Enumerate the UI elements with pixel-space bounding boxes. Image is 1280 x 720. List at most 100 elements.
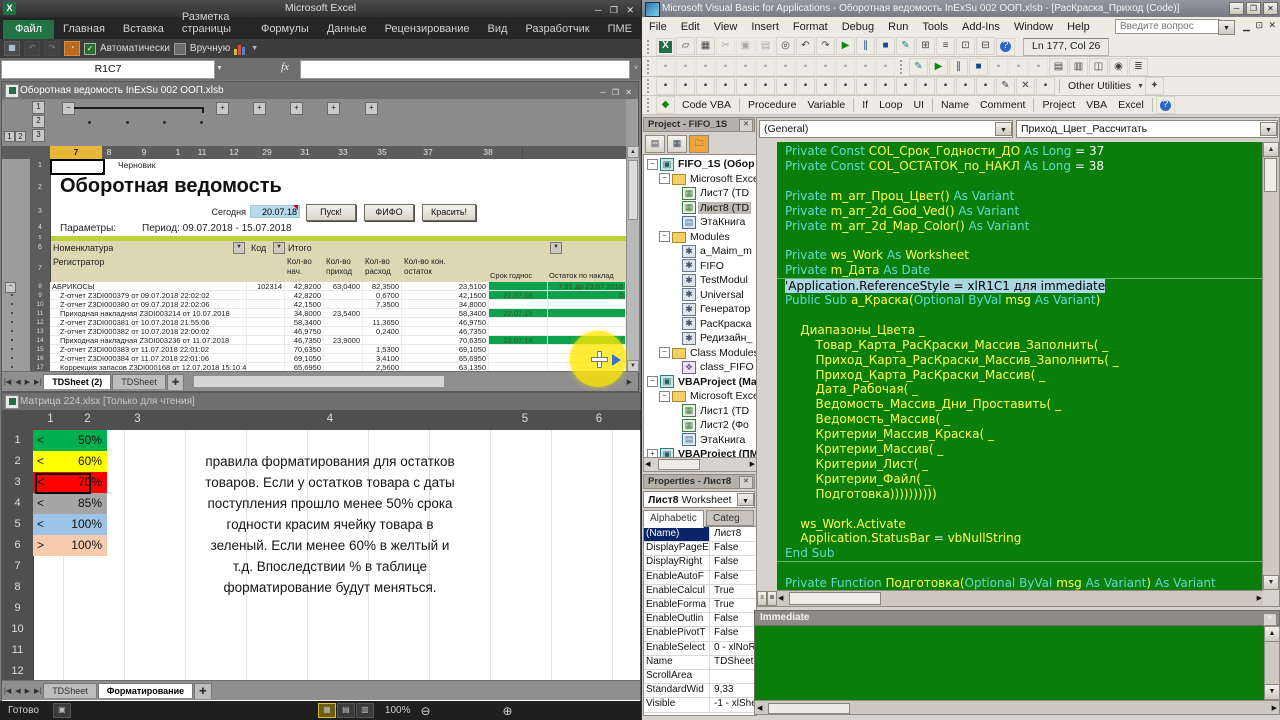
column-header-37[interactable]: 37	[402, 146, 455, 160]
module-save-icon[interactable]: ▪	[956, 77, 975, 95]
ribbon-tab-0[interactable]: Файл	[3, 20, 55, 39]
break-icon[interactable]: ∥	[856, 37, 875, 55]
scroll-left-icon[interactable]: ◀	[757, 704, 762, 712]
complete-word-icon[interactable]: ▪	[716, 57, 735, 76]
tree-item-fifo[interactable]: ✱ FIFO	[644, 259, 756, 274]
cell-name[interactable]: АБРИКОСЫ	[50, 282, 247, 291]
properties-object-combo[interactable]: Лист8 Worksheet ▼	[643, 491, 755, 508]
cut-icon[interactable]: ✂	[716, 37, 735, 55]
last-sheet-icon[interactable]: ▶|	[32, 687, 43, 695]
wb2-row-header-10[interactable]: 10	[2, 619, 34, 641]
cell-rash[interactable]: 3,4100	[363, 354, 402, 363]
row-header-2[interactable]: 2	[30, 172, 51, 204]
cell-srok[interactable]	[489, 318, 548, 327]
property-value[interactable]: 0 - xlNoRes	[711, 641, 756, 655]
cell-ost[interactable]: 58,3400	[402, 309, 489, 318]
question-dropdown-icon[interactable]: ▼	[1218, 20, 1235, 35]
immediate-v-scrollbar[interactable]: ▲ ▼	[1264, 626, 1280, 700]
zoom-out-icon[interactable]: ⊖	[420, 704, 430, 718]
codevba-menu-loop[interactable]: Loop	[874, 99, 907, 111]
cell-nach[interactable]: 69,1050	[285, 354, 324, 363]
property-row-Visible[interactable]: Visible-1 - xlShee	[644, 697, 756, 713]
property-row-EnablePivotT[interactable]: EnablePivotT False	[644, 626, 756, 642]
v-minimize-icon[interactable]: ─	[1229, 2, 1244, 15]
property-value[interactable]: Лист8	[711, 527, 756, 541]
ribbon-tab-2[interactable]: Вставка	[114, 20, 173, 39]
cell-name[interactable]: Приходная накладная Z3DI003236 от 11.07.…	[50, 336, 247, 345]
toolbar-grip[interactable]	[647, 79, 652, 93]
outline-level-3[interactable]: 3	[32, 129, 45, 142]
property-value[interactable]: False	[711, 555, 756, 569]
first-sheet-icon[interactable]: |◀	[2, 687, 13, 695]
mdi-minimize-icon[interactable]: ▁	[1243, 21, 1250, 32]
view-layout-icon[interactable]: ▤	[336, 703, 355, 718]
wb2-column-header-5[interactable]: 5	[492, 410, 559, 431]
find-binocular-icon[interactable]: ▪	[696, 77, 715, 95]
cell-ost[interactable]: 46,7350	[402, 327, 489, 336]
insert-sheet-icon[interactable]: ✚	[166, 373, 185, 390]
codevba-menu-ui[interactable]: UI	[908, 99, 929, 111]
cell-prih[interactable]: 23,9000	[324, 336, 363, 345]
threshold-cell-5[interactable]: <100%	[33, 514, 107, 535]
toggle-folders-icon[interactable]: 🗀	[689, 135, 709, 153]
properties-close-icon[interactable]: ✕	[739, 476, 753, 489]
scroll-down-icon[interactable]: ▼	[1263, 575, 1279, 590]
column-header-8[interactable]: 8	[102, 146, 117, 160]
row-header-1[interactable]: 1	[30, 159, 51, 173]
help-icon[interactable]: ?	[996, 37, 1015, 56]
cell-nach[interactable]: 58,3400	[285, 318, 324, 327]
column-header-31[interactable]: 31	[286, 146, 325, 160]
immediate-editor[interactable]	[754, 626, 1265, 700]
menu-item-10[interactable]: Help	[1060, 21, 1097, 33]
collapse-icon[interactable]: −	[659, 390, 670, 402]
cell-prih[interactable]: 23,5400	[324, 309, 363, 318]
ribbon-tab-7[interactable]: Вид	[479, 20, 517, 39]
collapse-icon[interactable]: −	[659, 231, 670, 243]
cell-rash[interactable]: 82,3500	[363, 282, 402, 291]
bookmark-clear-icon[interactable]: ▪	[876, 57, 895, 76]
collapse-row-group-button[interactable]: −	[5, 282, 16, 293]
wb2-row-header-5[interactable]: 5	[2, 514, 34, 536]
wb2-column-header-1[interactable]: 1	[33, 410, 69, 431]
uncomment-block-icon[interactable]: ▪	[796, 57, 815, 76]
wb2-titlebar[interactable]: Матрица 224.xlsx [Только для чтения]	[2, 393, 640, 410]
scroll-thumb[interactable]	[1264, 158, 1277, 192]
row-header-3[interactable]: 3	[30, 203, 51, 221]
cell-name[interactable]: Z-отчет Z3DI000380 от 09.07.2018 22:02:0…	[50, 300, 247, 309]
name-box[interactable]: R1C7	[1, 60, 215, 79]
scroll-up-icon[interactable]: ▲	[1263, 142, 1279, 157]
toolbar-grip[interactable]	[647, 59, 652, 74]
property-row-EnableAutoF[interactable]: EnableAutoF False	[644, 569, 756, 585]
ribbon-tab-3[interactable]: Разметка страницы	[173, 8, 252, 39]
wb2-row-header-4[interactable]: 4	[2, 493, 34, 515]
block-insert-icon[interactable]: ▪	[796, 77, 815, 95]
wb2-column-header-2[interactable]: 2	[68, 410, 108, 431]
column-header-7[interactable]: 7	[50, 146, 103, 160]
insert-sheet-icon[interactable]: ✚	[194, 682, 212, 699]
ribbon-tab-9[interactable]: ПМЕ	[599, 20, 641, 39]
menu-item-5[interactable]: Debug	[835, 21, 881, 33]
scroll-left-icon[interactable]: ◀	[778, 594, 783, 602]
redo-icon[interactable]: ↷	[44, 41, 60, 56]
cell-name[interactable]: Z-отчет Z3DI000384 от 11.07.2018 22:01:0…	[50, 354, 247, 363]
cell-nakl[interactable]	[548, 309, 626, 318]
zoom-in-icon[interactable]: ⊕	[503, 704, 513, 718]
menu-item-3[interactable]: Insert	[744, 21, 786, 33]
sheet-button-2[interactable]: ФИФО	[364, 204, 414, 221]
property-row-ScrollArea[interactable]: ScrollArea	[644, 669, 756, 685]
header-corner[interactable]	[30, 146, 51, 160]
prev-sheet-icon[interactable]: ◀	[13, 687, 22, 695]
undo-icon[interactable]: ↶	[796, 37, 815, 55]
expand-group-button[interactable]: +	[216, 102, 229, 115]
property-value[interactable]: True	[711, 584, 756, 598]
cell-prih[interactable]	[324, 327, 363, 336]
codevba-menu-vba[interactable]: VBA	[1081, 99, 1112, 111]
module-add-icon[interactable]: ▪	[936, 77, 955, 95]
immediate-h-scrollbar[interactable]: ◀ ▶	[754, 700, 1280, 715]
redo-icon[interactable]: ↷	[816, 37, 835, 55]
column-header-12[interactable]: 12	[220, 146, 249, 160]
cell-nakl[interactable]: 0	[548, 291, 626, 300]
copy-icon[interactable]: ▣	[736, 37, 755, 55]
view-object-icon[interactable]: ▦	[667, 135, 687, 153]
scroll-thumb[interactable]	[658, 459, 700, 470]
